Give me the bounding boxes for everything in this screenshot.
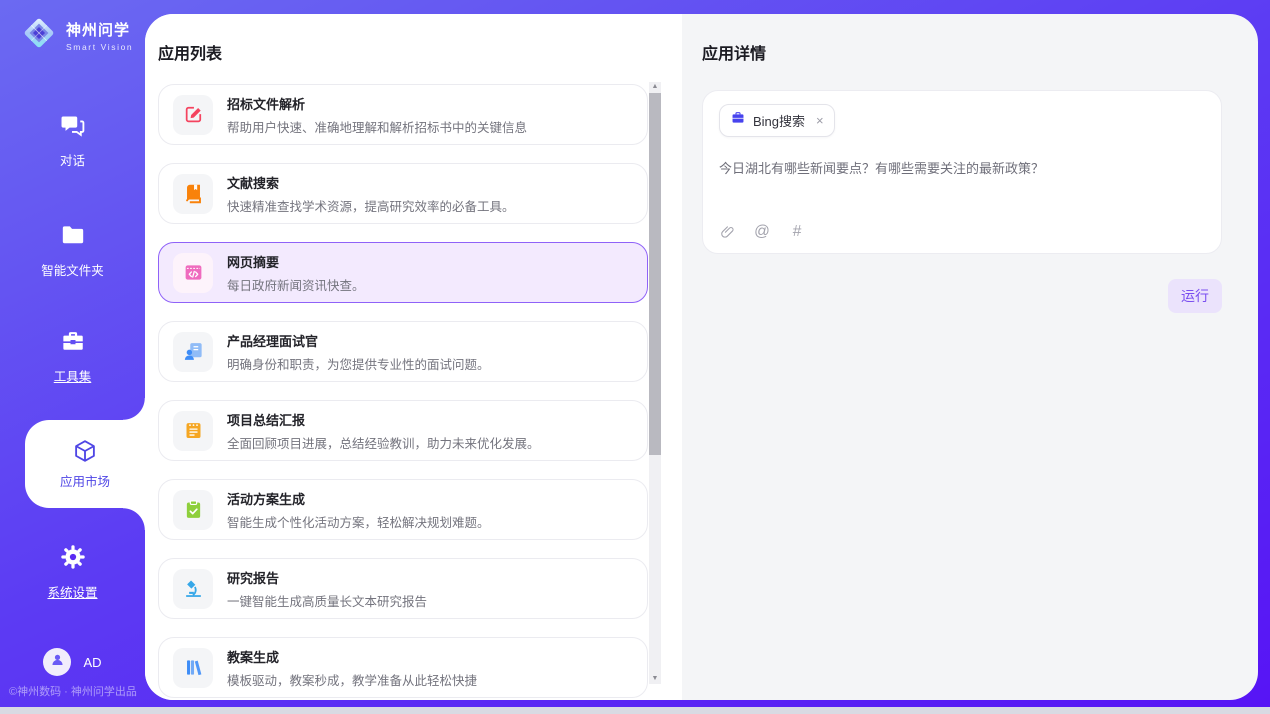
at-icon[interactable]: @	[754, 223, 770, 241]
pen-square-icon	[183, 104, 204, 125]
app-card-title: 文献搜索	[227, 173, 515, 192]
app-card[interactable]: 活动方案生成 智能生成个性化活动方案，轻松解决规划难题。	[158, 479, 648, 540]
toolbox-icon	[60, 328, 86, 354]
app-card[interactable]: 网页摘要 每日政府新闻资讯快查。	[158, 242, 648, 303]
page-bottom-edge	[0, 707, 1270, 714]
app-card[interactable]: 招标文件解析 帮助用户快速、准确地理解和解析招标书中的关键信息	[158, 84, 648, 145]
browser-code-icon	[183, 262, 204, 283]
memo-icon	[183, 420, 204, 441]
close-icon[interactable]: ×	[816, 114, 824, 127]
folder-icon	[60, 222, 86, 248]
app-list: 招标文件解析 帮助用户快速、准确地理解和解析招标书中的关键信息 文献搜索 快速精…	[158, 84, 648, 700]
app-card-description: 帮助用户快速、准确地理解和解析招标书中的关键信息	[227, 117, 527, 136]
copyright: ©神州数码 · 神州问学出品	[9, 683, 137, 699]
app-card-description: 快速精准查找学术资源，提高研究效率的必备工具。	[227, 196, 515, 215]
tool-tag-bing[interactable]: Bing搜索 ×	[719, 104, 835, 137]
app-card-description: 明确身份和职责，为您提供专业性的面试问题。	[227, 354, 490, 373]
brand-name: 神州问学	[66, 19, 133, 40]
clipboard-check-icon	[183, 499, 204, 520]
scroll-down-icon[interactable]: ▼	[649, 674, 661, 684]
scrollbar[interactable]: ▲ ▼	[649, 82, 661, 684]
user-row[interactable]: AD	[0, 648, 145, 676]
interviewer-icon	[183, 341, 204, 362]
app-background: 神州问学 Smart Vision 对话 智能文件夹 工具集 应用市场 系统设置…	[0, 0, 1270, 707]
content-surface: 应用列表 招标文件解析 帮助用户快速、准确地理解和解析招标书中的关键信息 文献搜…	[145, 14, 1258, 700]
prompt-text[interactable]: 今日湖北有哪些新闻要点？有哪些需要关注的最新政策？	[719, 158, 1205, 177]
input-toolbar: @#	[719, 223, 1205, 241]
sidebar-item-chat[interactable]: 对话	[0, 112, 145, 169]
avatar[interactable]	[43, 648, 71, 676]
app-list-panel: 应用列表 招标文件解析 帮助用户快速、准确地理解和解析招标书中的关键信息 文献搜…	[145, 14, 682, 700]
chat-icon	[60, 112, 86, 138]
app-card-description: 全面回顾项目进展，总结经验教训，助力未来优化发展。	[227, 433, 540, 452]
microscope-icon	[183, 578, 204, 599]
book-icon	[183, 183, 204, 204]
tool-tag-label: Bing搜索	[753, 111, 805, 130]
app-card-description: 每日政府新闻资讯快查。	[227, 275, 365, 294]
app-card[interactable]: 研究报告 一键智能生成高质量长文本研究报告	[158, 558, 648, 619]
books-icon	[183, 657, 204, 678]
app-card-title: 产品经理面试官	[227, 331, 490, 350]
app-card-title: 招标文件解析	[227, 94, 527, 113]
brand-tagline: Smart Vision	[66, 42, 133, 52]
sidebar-item-toolbox[interactable]: 工具集	[0, 328, 145, 385]
sidebar-item-folder[interactable]: 智能文件夹	[0, 222, 145, 279]
app-card-description: 一键智能生成高质量长文本研究报告	[227, 591, 427, 610]
app-detail-title: 应用详情	[702, 40, 1222, 64]
app-list-title: 应用列表	[158, 40, 222, 64]
app-card-title: 教案生成	[227, 647, 477, 666]
scroll-up-icon[interactable]: ▲	[649, 82, 661, 92]
app-card-description: 智能生成个性化活动方案，轻松解决规划难题。	[227, 512, 490, 531]
app-card[interactable]: 项目总结汇报 全面回顾项目进展，总结经验教训，助力未来优化发展。	[158, 400, 648, 461]
app-card[interactable]: 文献搜索 快速精准查找学术资源，提高研究效率的必备工具。	[158, 163, 648, 224]
cube-icon	[72, 438, 98, 464]
prompt-input-card[interactable]: Bing搜索 × 今日湖北有哪些新闻要点？有哪些需要关注的最新政策？ @#	[702, 90, 1222, 254]
app-card-description: 模板驱动，教案秒成，教学准备从此轻松快捷	[227, 670, 477, 689]
app-card[interactable]: 教案生成 模板驱动，教案秒成，教学准备从此轻松快捷	[158, 637, 648, 698]
scrollbar-thumb[interactable]	[649, 93, 661, 455]
briefcase-icon	[730, 110, 746, 131]
run-button[interactable]: 运行	[1168, 279, 1222, 313]
sidebar: 神州问学 Smart Vision 对话 智能文件夹 工具集 应用市场 系统设置…	[0, 0, 145, 707]
run-row: 运行	[702, 279, 1222, 313]
user-name: AD	[83, 655, 101, 670]
app-card-title: 网页摘要	[227, 252, 365, 271]
gear-icon	[60, 544, 86, 570]
app-card-title: 活动方案生成	[227, 489, 490, 508]
user-avatar-icon	[49, 651, 66, 673]
gem-diamond-icon	[20, 14, 58, 57]
sidebar-item-cube[interactable]: 应用市场	[25, 420, 145, 508]
app-card-title: 研究报告	[227, 568, 427, 587]
brand-logo: 神州问学 Smart Vision	[20, 14, 133, 57]
sidebar-item-gear[interactable]: 系统设置	[0, 544, 145, 601]
app-detail-panel: 应用详情 Bing搜索 × 今日湖北有哪些新闻要点？有哪些需要关注的最新政策？ …	[682, 14, 1258, 700]
app-card-title: 项目总结汇报	[227, 410, 540, 429]
app-card[interactable]: 产品经理面试官 明确身份和职责，为您提供专业性的面试问题。	[158, 321, 648, 382]
hash-icon[interactable]: #	[789, 223, 805, 241]
paperclip-icon[interactable]	[719, 223, 735, 241]
